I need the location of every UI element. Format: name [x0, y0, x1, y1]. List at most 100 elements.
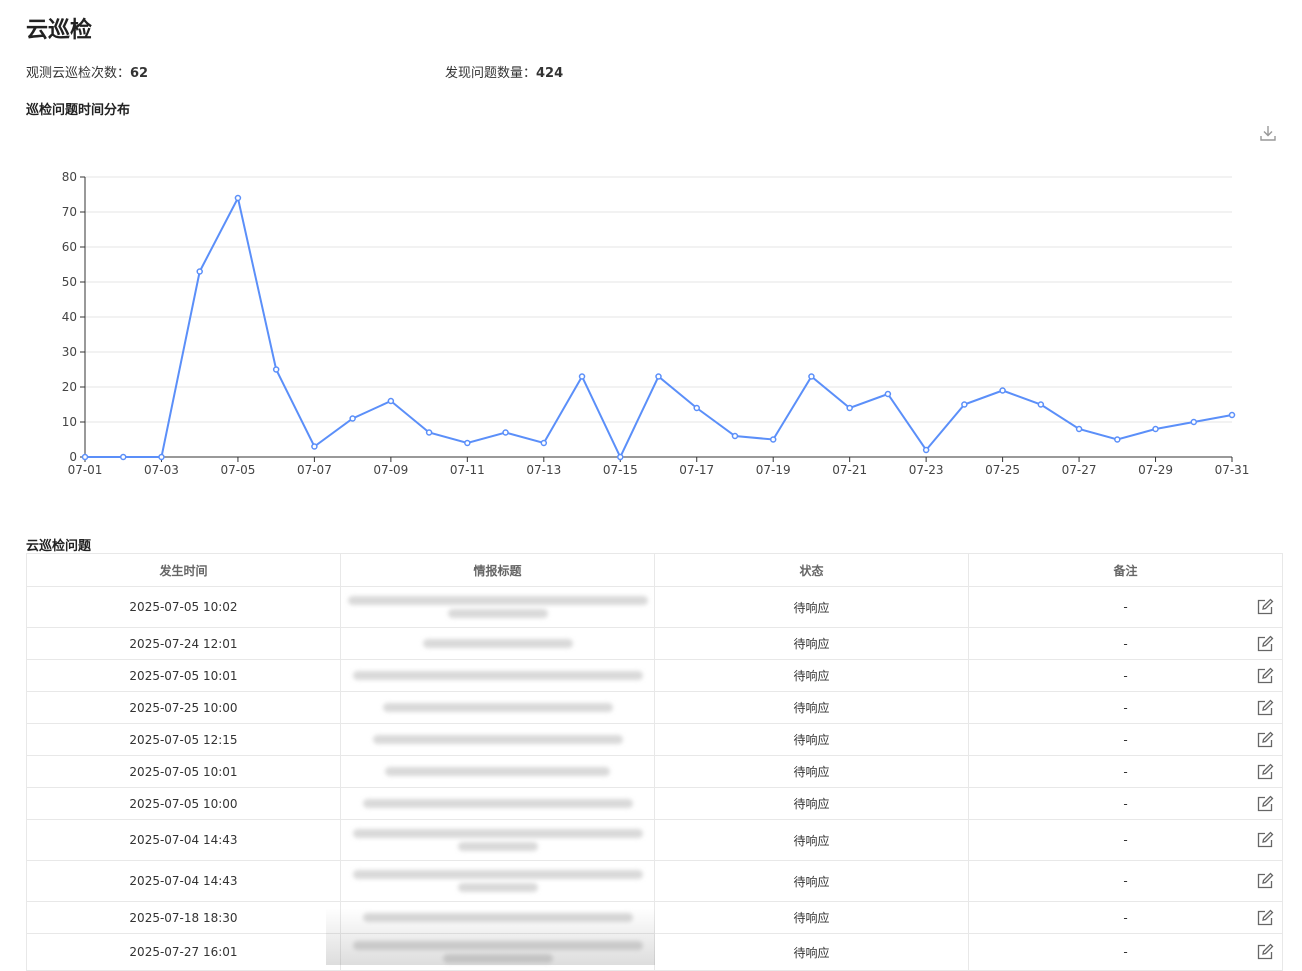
data-point	[655, 373, 662, 380]
cell-note: -	[968, 627, 1283, 660]
edit-icon[interactable]	[1256, 872, 1274, 890]
data-point	[1152, 425, 1159, 433]
table-row: 2025-07-04 14:43 待响应 -	[26, 819, 1283, 861]
redacted-text	[372, 735, 623, 744]
x-tick-label: 07-07	[297, 463, 332, 477]
x-tick-label: 07-27	[1062, 463, 1097, 477]
table-row: 2025-07-24 12:01 待响应 -	[26, 627, 1283, 660]
header-status: 状态	[654, 553, 969, 587]
data-point	[81, 453, 89, 461]
x-tick-label: 07-15	[603, 463, 638, 477]
data-point	[617, 453, 624, 461]
cell-status: 待响应	[654, 723, 969, 756]
cell-note: -	[968, 755, 1283, 788]
note-text: -	[1123, 600, 1128, 614]
data-point	[196, 268, 203, 275]
cell-note: -	[968, 819, 1283, 861]
edit-icon[interactable]	[1256, 667, 1274, 685]
edit-icon[interactable]	[1256, 598, 1274, 616]
cell-time: 2025-07-05 10:01	[26, 659, 341, 692]
cell-time: 2025-07-05 10:02	[26, 586, 341, 628]
y-tick-label: 70	[62, 205, 77, 219]
redacted-text	[447, 609, 548, 618]
y-tick-label: 80	[62, 170, 77, 184]
cell-time: 2025-07-05 12:15	[26, 723, 341, 756]
cell-note: -	[968, 659, 1283, 692]
cell-title-redacted	[340, 755, 655, 788]
cell-status: 待响应	[654, 860, 969, 902]
cell-title-redacted	[340, 723, 655, 756]
cell-title-redacted	[340, 659, 655, 692]
cell-title-redacted	[340, 586, 655, 628]
data-point	[1114, 436, 1121, 443]
cell-time: 2025-07-05 10:00	[26, 787, 341, 820]
cell-status: 待响应	[654, 627, 969, 660]
cell-status: 待响应	[654, 586, 969, 628]
x-tick-label: 07-31	[1215, 463, 1250, 477]
note-text: -	[1123, 874, 1128, 888]
edit-icon[interactable]	[1256, 909, 1274, 927]
issue-time-chart: 0 10 20 30 40 50 60 70 80 07-01 07-03 07-05 07-07 07-…	[62, 170, 1250, 477]
data-point	[846, 404, 853, 412]
data-point	[158, 453, 165, 461]
cell-status: 待响应	[654, 901, 969, 934]
cell-note: -	[968, 860, 1283, 902]
note-text: -	[1123, 764, 1128, 779]
data-point	[464, 439, 471, 447]
data-point	[922, 446, 930, 454]
y-tick-label: 40	[62, 310, 77, 324]
data-point	[693, 404, 700, 412]
data-point	[272, 366, 280, 373]
redacted-text	[352, 671, 643, 680]
table-row: 2025-07-18 18:30 待响应 -	[26, 901, 1283, 934]
data-point	[540, 439, 548, 447]
data-point	[425, 429, 433, 436]
data-point	[578, 373, 586, 380]
y-tick-label: 30	[62, 345, 77, 359]
table-section-title: 云巡检问题	[26, 539, 92, 554]
cell-note: -	[968, 586, 1283, 628]
data-point	[502, 429, 509, 436]
download-icon[interactable]	[1259, 124, 1277, 142]
cell-note: -	[968, 691, 1283, 724]
edit-icon[interactable]	[1256, 831, 1274, 849]
y-tick-label: 60	[62, 240, 77, 254]
edit-icon[interactable]	[1256, 635, 1274, 653]
table-row: 2025-07-05 10:02 待响应 -	[26, 586, 1283, 628]
header-time: 发生时间	[26, 553, 341, 587]
redacted-text	[385, 767, 610, 776]
table-row: 2025-07-04 14:43 待响应 -	[26, 860, 1283, 902]
cell-time: 2025-07-24 12:01	[26, 627, 341, 660]
data-point	[731, 432, 739, 440]
data-point	[1228, 411, 1236, 419]
cell-title-redacted	[340, 627, 655, 660]
issue-count-value: 424	[536, 66, 564, 81]
issues-table: 发生时间 情报标题 状态 备注 2025-07-05 10:02 待响应 -2025…	[26, 553, 1283, 971]
cell-time: 2025-07-04 14:43	[26, 819, 341, 861]
table-row: 2025-07-25 10:00 待响应 -	[26, 691, 1283, 724]
edit-icon[interactable]	[1256, 943, 1274, 961]
note-text: -	[1123, 636, 1128, 651]
note-text: -	[1123, 668, 1128, 683]
data-point	[808, 373, 815, 380]
cell-status: 待响应	[654, 819, 969, 861]
redacted-text	[422, 639, 573, 648]
edit-icon[interactable]	[1256, 731, 1274, 749]
data-point	[884, 390, 892, 398]
x-tick-label: 07-23	[909, 463, 944, 477]
note-text: -	[1123, 833, 1128, 847]
data-point	[1037, 401, 1045, 408]
note-text: -	[1123, 796, 1128, 811]
edit-icon[interactable]	[1256, 795, 1274, 813]
y-tick-label: 10	[62, 415, 77, 429]
redacted-text	[352, 870, 643, 879]
table-row: 2025-07-05 10:01 待响应 -	[26, 755, 1283, 788]
cell-time: 2025-07-25 10:00	[26, 691, 341, 724]
redacted-text	[382, 703, 613, 712]
x-tick-label: 07-11	[450, 463, 485, 477]
edit-icon[interactable]	[1256, 763, 1274, 781]
note-text: -	[1123, 700, 1128, 715]
x-tick-label: 07-03	[144, 463, 179, 477]
edit-icon[interactable]	[1256, 699, 1274, 717]
cell-note: -	[968, 787, 1283, 820]
